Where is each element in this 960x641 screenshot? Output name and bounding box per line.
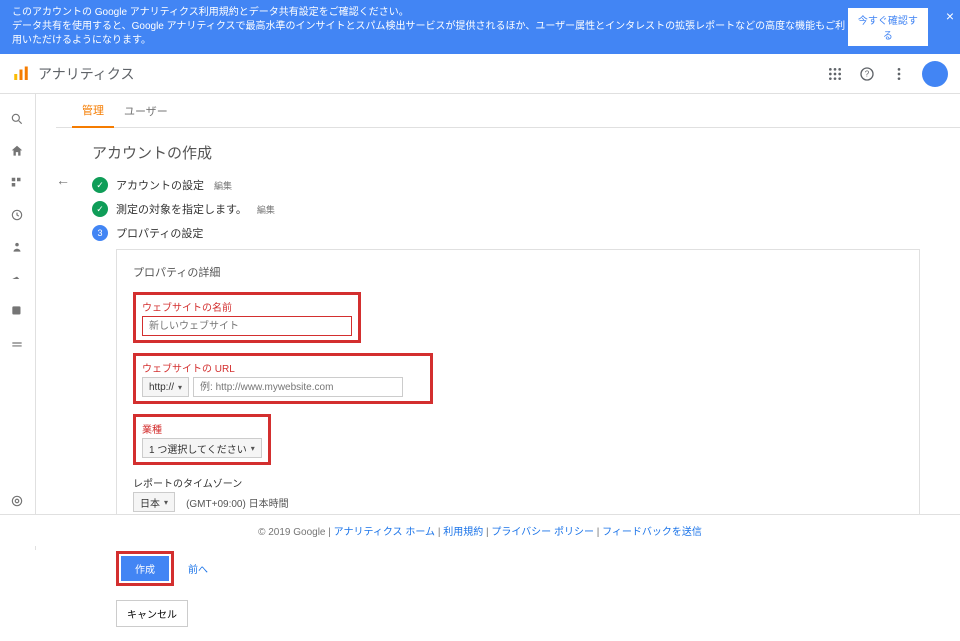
- tabs: 管理 ユーザー: [56, 94, 960, 128]
- user-avatar[interactable]: [922, 61, 948, 87]
- country-select[interactable]: 日本: [133, 492, 175, 512]
- industry-label: 業種: [142, 421, 262, 436]
- svg-text:?: ?: [865, 69, 870, 78]
- website-url-input[interactable]: [193, 377, 403, 397]
- conversions-icon[interactable]: [10, 336, 26, 352]
- step-account-setup: ✓ アカウントの設定 編集: [92, 177, 920, 193]
- timezone-group: レポートのタイムゾーン 日本 (GMT+09:00) 日本時間: [133, 475, 903, 512]
- cancel-button[interactable]: キャンセル: [116, 600, 188, 627]
- page-title: アカウントの作成: [92, 142, 920, 163]
- website-url-label: ウェブサイトの URL: [142, 360, 424, 375]
- check-icon: ✓: [92, 177, 108, 193]
- protocol-select[interactable]: http://: [142, 377, 189, 397]
- tab-user[interactable]: ユーザー: [114, 94, 178, 128]
- close-icon[interactable]: ×: [946, 8, 954, 24]
- create-button[interactable]: 作成: [121, 556, 169, 581]
- home-icon[interactable]: [10, 144, 26, 160]
- footer-terms-link[interactable]: 利用規約: [443, 527, 483, 538]
- website-name-input[interactable]: [142, 316, 352, 336]
- industry-group: 業種 1 つ選択してください: [133, 414, 271, 465]
- property-details-panel: プロパティの詳細 ウェブサイトの名前 ウェブサイトの URL http:// 業…: [116, 249, 920, 537]
- website-url-group: ウェブサイトの URL http://: [133, 353, 433, 404]
- discover-icon[interactable]: [10, 494, 26, 510]
- website-name-group: ウェブサイトの名前: [133, 292, 361, 343]
- timezone-text: (GMT+09:00) 日本時間: [186, 499, 289, 510]
- tab-admin[interactable]: 管理: [72, 94, 114, 128]
- search-icon[interactable]: [10, 112, 26, 128]
- footer-home-link[interactable]: アナリティクス ホーム: [334, 527, 435, 538]
- banner-line2: データ共有を使用すると、Google アナリティクスで最高水準のインサイトとスパ…: [12, 20, 848, 48]
- previous-button[interactable]: 前へ: [188, 561, 208, 576]
- check-icon: ✓: [92, 201, 108, 217]
- apps-icon[interactable]: [826, 65, 844, 83]
- step-measurement-target: ✓ 測定の対象を指定します。 編集: [92, 201, 920, 217]
- step-number-icon: 3: [92, 225, 108, 241]
- confirm-now-button[interactable]: 今すぐ確認する: [848, 8, 928, 46]
- more-icon[interactable]: [890, 65, 908, 83]
- step-property-setup: 3 プロパティの設定: [92, 225, 920, 241]
- back-arrow-icon[interactable]: ←: [56, 172, 70, 188]
- topbar: アナリティクス ?: [0, 54, 960, 94]
- timezone-label: レポートのタイムゾーン: [133, 475, 903, 490]
- analytics-logo-icon: [12, 65, 30, 83]
- industry-select[interactable]: 1 つ選択してください: [142, 438, 262, 458]
- app-name: アナリティクス: [38, 64, 134, 84]
- edit-link[interactable]: 編集: [214, 179, 232, 192]
- behavior-icon[interactable]: [10, 304, 26, 320]
- left-navigation-rail: [0, 94, 36, 550]
- footer-feedback-link[interactable]: フィードバックを送信: [602, 527, 702, 538]
- help-icon[interactable]: ?: [858, 65, 876, 83]
- website-name-label: ウェブサイトの名前: [142, 299, 352, 314]
- panel-title: プロパティの詳細: [133, 264, 903, 280]
- footer: © 2019 Google | アナリティクス ホーム | 利用規約 | プライ…: [0, 514, 960, 546]
- edit-link[interactable]: 編集: [257, 203, 275, 216]
- banner-line1: このアカウントの Google アナリティクス利用規約とデータ共有設定をご確認く…: [12, 6, 848, 20]
- customization-icon[interactable]: [10, 176, 26, 192]
- audience-icon[interactable]: [10, 240, 26, 256]
- acquisition-icon[interactable]: [10, 272, 26, 288]
- notification-banner: このアカウントの Google アナリティクス利用規約とデータ共有設定をご確認く…: [0, 0, 960, 54]
- footer-privacy-link[interactable]: プライバシー ポリシー: [491, 527, 594, 538]
- realtime-icon[interactable]: [10, 208, 26, 224]
